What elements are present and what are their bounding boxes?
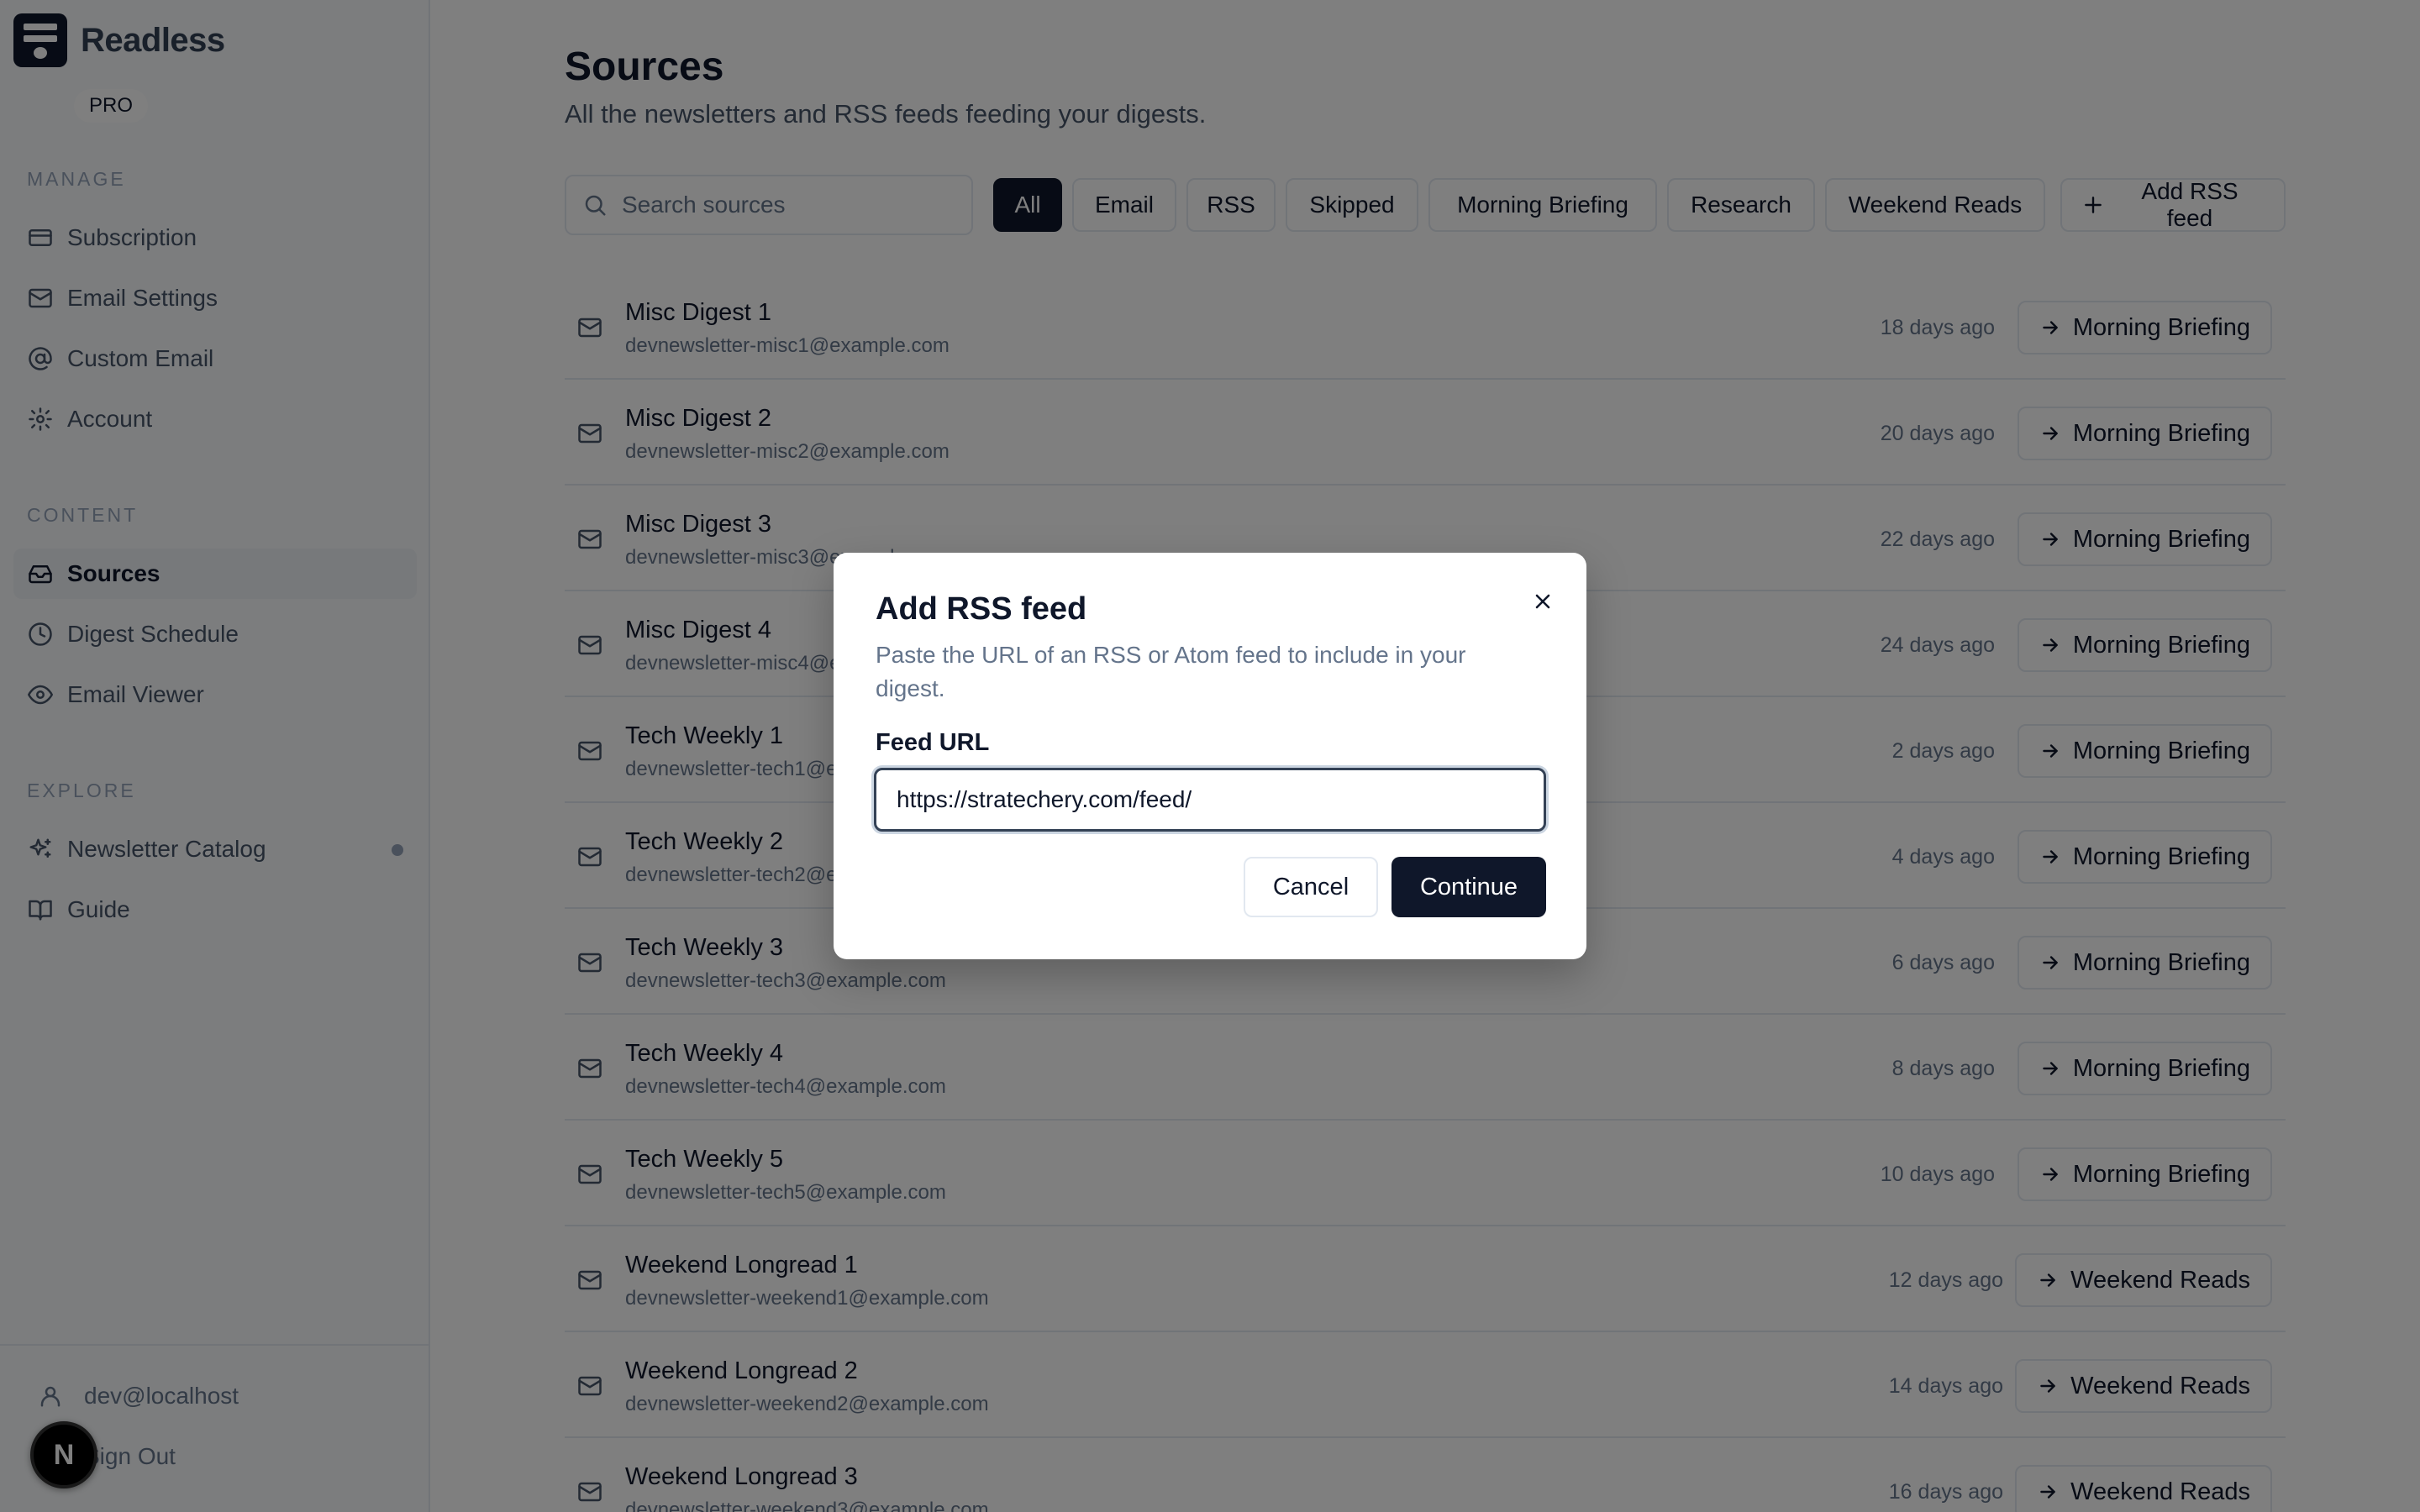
- add-rss-feed-dialog: Add RSS feed Paste the URL of an RSS or …: [834, 553, 1586, 959]
- feed-url-label: Feed URL: [876, 729, 990, 756]
- dialog-title: Add RSS feed: [876, 591, 1087, 627]
- close-icon[interactable]: [1524, 583, 1561, 620]
- feed-url-input[interactable]: [874, 768, 1546, 832]
- cancel-button[interactable]: Cancel: [1244, 857, 1378, 917]
- continue-button[interactable]: Continue: [1392, 857, 1546, 917]
- dialog-description: Paste the URL of an RSS or Atom feed to …: [876, 642, 1466, 701]
